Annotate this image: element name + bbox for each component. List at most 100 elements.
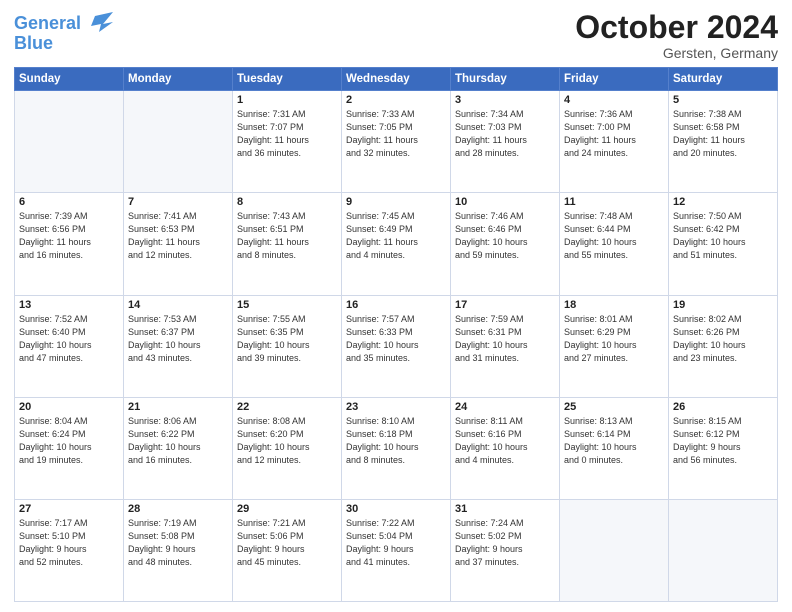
calendar-cell: 21 Sunrise: 8:06 AMSunset: 6:22 PMDayligh… bbox=[124, 397, 233, 499]
weekday-header-tuesday: Tuesday bbox=[233, 68, 342, 91]
day-info: Sunrise: 7:38 AMSunset: 6:58 PMDaylight:… bbox=[673, 108, 773, 160]
calendar-cell: 8 Sunrise: 7:43 AMSunset: 6:51 PMDaylight… bbox=[233, 193, 342, 295]
weekday-header-saturday: Saturday bbox=[669, 68, 778, 91]
day-number: 19 bbox=[673, 299, 773, 311]
day-number: 23 bbox=[346, 401, 446, 413]
week-row-3: 20 Sunrise: 8:04 AMSunset: 6:24 PMDayligh… bbox=[15, 397, 778, 499]
calendar-cell: 19 Sunrise: 8:02 AMSunset: 6:26 PMDayligh… bbox=[669, 295, 778, 397]
day-number: 28 bbox=[128, 503, 228, 515]
day-info: Sunrise: 7:17 AMSunset: 5:10 PMDaylight:… bbox=[19, 517, 119, 569]
calendar-cell: 15 Sunrise: 7:55 AMSunset: 6:35 PMDayligh… bbox=[233, 295, 342, 397]
day-info: Sunrise: 8:01 AMSunset: 6:29 PMDaylight:… bbox=[564, 313, 664, 365]
day-info: Sunrise: 7:22 AMSunset: 5:04 PMDaylight:… bbox=[346, 517, 446, 569]
day-number: 17 bbox=[455, 299, 555, 311]
day-info: Sunrise: 7:45 AMSunset: 6:49 PMDaylight:… bbox=[346, 210, 446, 262]
week-row-2: 13 Sunrise: 7:52 AMSunset: 6:40 PMDayligh… bbox=[15, 295, 778, 397]
logo-text: General bbox=[14, 14, 81, 34]
day-number: 6 bbox=[19, 196, 119, 208]
calendar-cell: 31Sunrise: 7:24 AMSunset: 5:02 PMDayligh… bbox=[451, 499, 560, 601]
day-number: 21 bbox=[128, 401, 228, 413]
calendar-cell: 20 Sunrise: 8:04 AMSunset: 6:24 PMDayligh… bbox=[15, 397, 124, 499]
day-number: 10 bbox=[455, 196, 555, 208]
day-info: Sunrise: 7:34 AMSunset: 7:03 PMDaylight:… bbox=[455, 108, 555, 160]
day-number: 3 bbox=[455, 94, 555, 106]
day-info: Sunrise: 7:55 AMSunset: 6:35 PMDaylight:… bbox=[237, 313, 337, 365]
calendar-header-row: SundayMondayTuesdayWednesdayThursdayFrid… bbox=[15, 68, 778, 91]
title-block: October 2024 Gersten, Germany bbox=[575, 10, 778, 61]
day-number: 27 bbox=[19, 503, 119, 515]
calendar-cell: 12 Sunrise: 7:50 AMSunset: 6:42 PMDayligh… bbox=[669, 193, 778, 295]
page: General Blue October 2024 Gersten, Germa… bbox=[0, 0, 792, 612]
calendar-table: SundayMondayTuesdayWednesdayThursdayFrid… bbox=[14, 67, 778, 602]
calendar-cell: 3 Sunrise: 7:34 AMSunset: 7:03 PMDaylight… bbox=[451, 91, 560, 193]
calendar-cell: 17 Sunrise: 7:59 AMSunset: 6:31 PMDayligh… bbox=[451, 295, 560, 397]
day-info: Sunrise: 8:11 AMSunset: 6:16 PMDaylight:… bbox=[455, 415, 555, 467]
day-number: 22 bbox=[237, 401, 337, 413]
day-info: Sunrise: 7:53 AMSunset: 6:37 PMDaylight:… bbox=[128, 313, 228, 365]
day-number: 20 bbox=[19, 401, 119, 413]
day-info: Sunrise: 7:48 AMSunset: 6:44 PMDaylight:… bbox=[564, 210, 664, 262]
day-info: Sunrise: 7:31 AMSunset: 7:07 PMDaylight:… bbox=[237, 108, 337, 160]
calendar-cell: 11 Sunrise: 7:48 AMSunset: 6:44 PMDayligh… bbox=[560, 193, 669, 295]
weekday-header-wednesday: Wednesday bbox=[342, 68, 451, 91]
day-number: 7 bbox=[128, 196, 228, 208]
logo-bird-icon bbox=[85, 10, 113, 38]
day-info: Sunrise: 7:50 AMSunset: 6:42 PMDaylight:… bbox=[673, 210, 773, 262]
calendar-cell: 27 Sunrise: 7:17 AMSunset: 5:10 PMDayligh… bbox=[15, 499, 124, 601]
day-number: 5 bbox=[673, 94, 773, 106]
calendar-cell: 30 Sunrise: 7:22 AMSunset: 5:04 PMDayligh… bbox=[342, 499, 451, 601]
day-number: 15 bbox=[237, 299, 337, 311]
day-number: 8 bbox=[237, 196, 337, 208]
day-info: Sunrise: 7:19 AMSunset: 5:08 PMDaylight:… bbox=[128, 517, 228, 569]
day-info: Sunrise: 7:39 AMSunset: 6:56 PMDaylight:… bbox=[19, 210, 119, 262]
weekday-header-sunday: Sunday bbox=[15, 68, 124, 91]
day-info: Sunrise: 8:08 AMSunset: 6:20 PMDaylight:… bbox=[237, 415, 337, 467]
calendar-cell: 14 Sunrise: 7:53 AMSunset: 6:37 PMDayligh… bbox=[124, 295, 233, 397]
calendar-cell: 28 Sunrise: 7:19 AMSunset: 5:08 PMDayligh… bbox=[124, 499, 233, 601]
location: Gersten, Germany bbox=[575, 45, 778, 61]
calendar-cell bbox=[124, 91, 233, 193]
calendar-cell bbox=[560, 499, 669, 601]
day-info: Sunrise: 7:59 AMSunset: 6:31 PMDaylight:… bbox=[455, 313, 555, 365]
weekday-header-friday: Friday bbox=[560, 68, 669, 91]
calendar-cell: 6 Sunrise: 7:39 AMSunset: 6:56 PMDaylight… bbox=[15, 193, 124, 295]
day-number: 4 bbox=[564, 94, 664, 106]
calendar-cell: 9Sunrise: 7:45 AMSunset: 6:49 PMDaylight… bbox=[342, 193, 451, 295]
day-number: 16 bbox=[346, 299, 446, 311]
calendar-cell: 4 Sunrise: 7:36 AMSunset: 7:00 PMDaylight… bbox=[560, 91, 669, 193]
day-info: Sunrise: 8:04 AMSunset: 6:24 PMDaylight:… bbox=[19, 415, 119, 467]
day-number: 11 bbox=[564, 196, 664, 208]
calendar-cell bbox=[669, 499, 778, 601]
week-row-0: 1 Sunrise: 7:31 AMSunset: 7:07 PMDaylight… bbox=[15, 91, 778, 193]
day-info: Sunrise: 7:46 AMSunset: 6:46 PMDaylight:… bbox=[455, 210, 555, 262]
day-number: 26 bbox=[673, 401, 773, 413]
day-number: 1 bbox=[237, 94, 337, 106]
weekday-header-monday: Monday bbox=[124, 68, 233, 91]
week-row-4: 27 Sunrise: 7:17 AMSunset: 5:10 PMDayligh… bbox=[15, 499, 778, 601]
day-number: 13 bbox=[19, 299, 119, 311]
calendar-cell: 23 Sunrise: 8:10 AMSunset: 6:18 PMDayligh… bbox=[342, 397, 451, 499]
day-info: Sunrise: 7:52 AMSunset: 6:40 PMDaylight:… bbox=[19, 313, 119, 365]
calendar-cell: 29Sunrise: 7:21 AMSunset: 5:06 PMDayligh… bbox=[233, 499, 342, 601]
day-number: 14 bbox=[128, 299, 228, 311]
day-info: Sunrise: 8:06 AMSunset: 6:22 PMDaylight:… bbox=[128, 415, 228, 467]
calendar-cell: 24Sunrise: 8:11 AMSunset: 6:16 PMDayligh… bbox=[451, 397, 560, 499]
month-title: October 2024 bbox=[575, 10, 778, 45]
calendar-cell: 7Sunrise: 7:41 AMSunset: 6:53 PMDaylight… bbox=[124, 193, 233, 295]
calendar-cell: 5 Sunrise: 7:38 AMSunset: 6:58 PMDaylight… bbox=[669, 91, 778, 193]
calendar-cell: 2Sunrise: 7:33 AMSunset: 7:05 PMDaylight… bbox=[342, 91, 451, 193]
calendar-cell: 26 Sunrise: 8:15 AMSunset: 6:12 PMDayligh… bbox=[669, 397, 778, 499]
day-number: 29 bbox=[237, 503, 337, 515]
day-info: Sunrise: 8:15 AMSunset: 6:12 PMDaylight:… bbox=[673, 415, 773, 467]
day-number: 25 bbox=[564, 401, 664, 413]
day-info: Sunrise: 7:43 AMSunset: 6:51 PMDaylight:… bbox=[237, 210, 337, 262]
day-info: Sunrise: 8:10 AMSunset: 6:18 PMDaylight:… bbox=[346, 415, 446, 467]
calendar-cell bbox=[15, 91, 124, 193]
day-number: 2 bbox=[346, 94, 446, 106]
logo: General Blue bbox=[14, 10, 113, 54]
calendar-cell: 25Sunrise: 8:13 AMSunset: 6:14 PMDayligh… bbox=[560, 397, 669, 499]
day-number: 30 bbox=[346, 503, 446, 515]
day-number: 12 bbox=[673, 196, 773, 208]
day-info: Sunrise: 7:36 AMSunset: 7:00 PMDaylight:… bbox=[564, 108, 664, 160]
day-info: Sunrise: 8:02 AMSunset: 6:26 PMDaylight:… bbox=[673, 313, 773, 365]
